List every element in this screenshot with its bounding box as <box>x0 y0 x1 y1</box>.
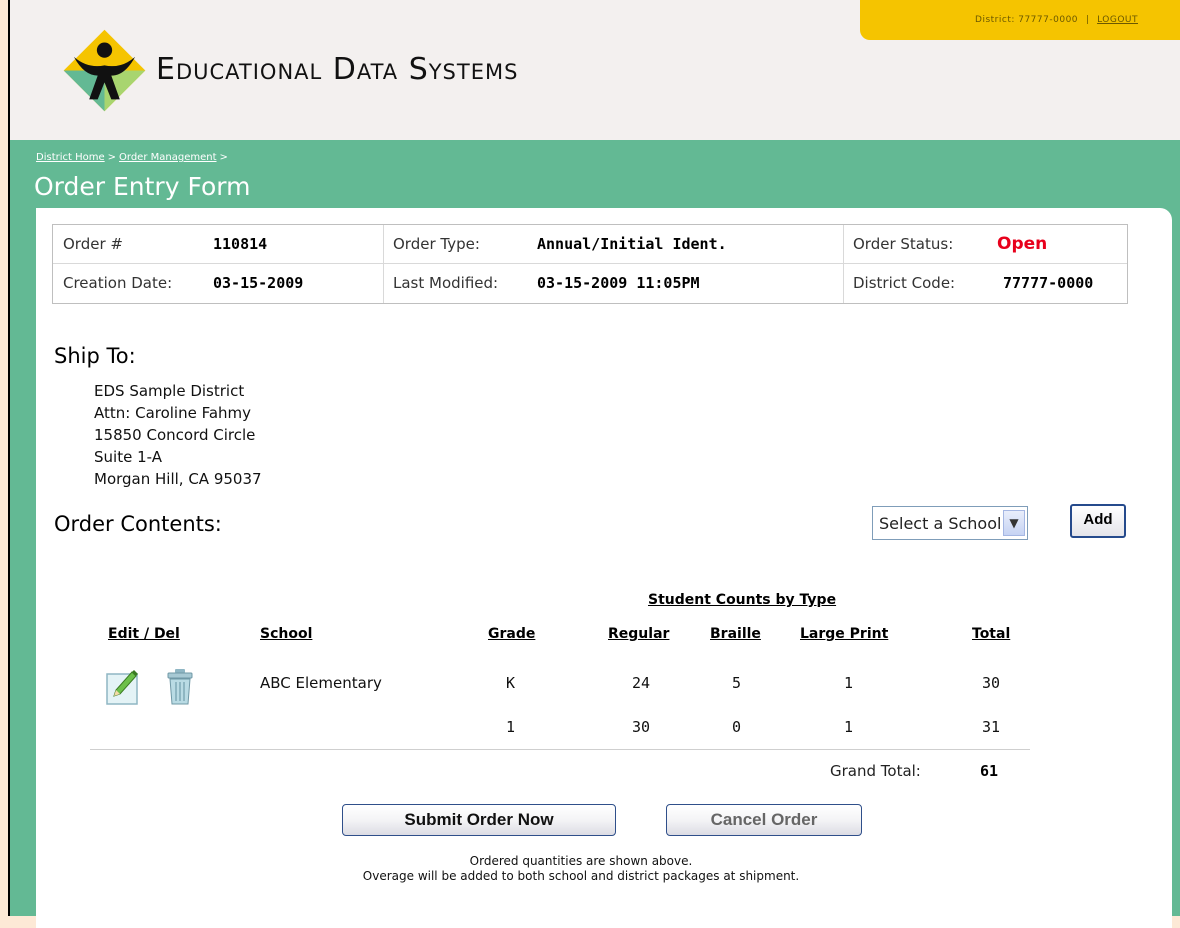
col-header-braille: Braille <box>710 626 761 642</box>
topbar-separator: | <box>1086 15 1090 25</box>
creation-date: 03-15-2009 <box>213 274 304 292</box>
table-cell-braille: 5 <box>732 674 742 692</box>
site-header: District: 77777-0000 | LOGOUT Educationa… <box>10 0 1180 140</box>
table-cell-total: 31 <box>982 718 1001 736</box>
table-cell-grade: 1 <box>506 718 516 736</box>
app-frame: District: 77777-0000 | LOGOUT Educationa… <box>8 0 1180 928</box>
address-line: Suite 1-A <box>94 448 162 466</box>
order-status-label: Order Status: <box>853 235 954 253</box>
district-code: 77777-0000 <box>1003 274 1094 292</box>
student-counts-header: Student Counts by Type <box>648 592 837 608</box>
order-summary-box: Order # 110814 Order Type: Annual/Initia… <box>52 224 1128 304</box>
page-title: Order Entry Form <box>34 172 251 201</box>
grand-total-value: 61 <box>980 762 999 780</box>
table-cell-total: 30 <box>982 674 1001 692</box>
col-header-total: Total <box>972 626 1011 642</box>
col-header-edit-del: Edit / Del <box>108 626 180 642</box>
table-cell-large-print: 1 <box>844 718 854 736</box>
ship-to-heading: Ship To: <box>54 344 136 368</box>
note-line: Overage will be added to both school and… <box>362 869 800 883</box>
content-area: District Home > Order Management > Order En… <box>10 140 1180 928</box>
submit-order-button[interactable]: Submit Order Now <box>342 804 616 836</box>
table-cell-regular: 24 <box>632 674 651 692</box>
account-bar: District: 77777-0000 | LOGOUT <box>860 0 1180 40</box>
district-code-label: District Code: <box>853 274 956 292</box>
order-status: Open <box>997 234 1048 254</box>
col-header-grade: Grade <box>488 626 536 642</box>
table-cell-braille: 0 <box>732 718 742 736</box>
breadcrumb-district-home[interactable]: District Home <box>36 152 105 163</box>
col-header-school: School <box>260 626 313 642</box>
table-cell-large-print: 1 <box>844 674 854 692</box>
school-select-value: Select a School <box>879 513 1002 533</box>
order-number-label: Order # <box>63 235 123 253</box>
table-cell-regular: 30 <box>632 718 651 736</box>
address-line: 15850 Concord Circle <box>94 426 256 444</box>
cancel-order-button[interactable]: Cancel Order <box>666 804 862 836</box>
add-school-button[interactable]: Add <box>1070 504 1126 538</box>
chevron-down-icon[interactable]: ▼ <box>1003 510 1025 536</box>
order-type: Annual/Initial Ident. <box>537 235 727 253</box>
district-id: District: 77777-0000 <box>975 15 1079 25</box>
breadcrumb-order-management[interactable]: Order Management <box>119 152 216 163</box>
col-header-large-print: Large Print <box>800 626 889 642</box>
school-select[interactable]: Select a School ▼ <box>872 506 1028 540</box>
pencil-icon[interactable] <box>106 666 140 706</box>
note-line: Ordered quantities are shown above. <box>469 854 693 868</box>
breadcrumb: District Home > Order Management > <box>36 152 231 163</box>
trash-icon[interactable] <box>164 666 198 706</box>
order-number: 110814 <box>213 235 268 253</box>
grand-total-label: Grand Total: <box>830 762 921 780</box>
order-panel: Order # 110814 Order Type: Annual/Initia… <box>36 208 1172 928</box>
order-summary-row: Order # 110814 Order Type: Annual/Initia… <box>53 225 1127 264</box>
eds-logo-icon <box>63 29 146 112</box>
last-modified-label: Last Modified: <box>393 274 499 292</box>
last-modified: 03-15-2009 11:05PM <box>537 274 700 292</box>
address-line: Attn: Caroline Fahmy <box>94 404 252 422</box>
brand-name: Educational Data Systems <box>156 52 519 87</box>
table-cell-school: ABC Elementary <box>260 674 382 692</box>
order-note: Ordered quantities are shown above. Over… <box>36 854 1126 884</box>
col-header-regular: Regular <box>608 626 670 642</box>
creation-date-label: Creation Date: <box>63 274 173 292</box>
order-contents-heading: Order Contents: <box>54 512 222 536</box>
address-line: Morgan Hill, CA 95037 <box>94 470 262 488</box>
address-line: EDS Sample District <box>94 382 245 400</box>
order-summary-row: Creation Date: 03-15-2009 Last Modified:… <box>53 264 1127 302</box>
ship-to-address: EDS Sample District Attn: Caroline Fahmy… <box>94 380 262 490</box>
logout-link[interactable]: LOGOUT <box>1097 15 1138 25</box>
breadcrumb-separator: > <box>219 152 228 163</box>
table-divider <box>90 749 1030 750</box>
table-cell-grade: K <box>506 674 516 692</box>
order-type-label: Order Type: <box>393 235 480 253</box>
breadcrumb-separator: > <box>107 152 117 163</box>
